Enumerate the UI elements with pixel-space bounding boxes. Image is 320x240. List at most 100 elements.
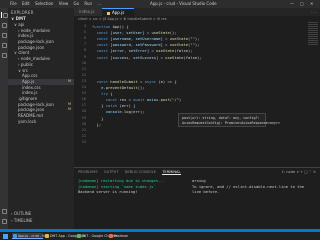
menu-view[interactable]: View <box>59 1 69 6</box>
taskbar-app-button[interactable]: DMT App - Google Ch <box>44 233 85 239</box>
code-token: (err); <box>130 109 145 115</box>
source-control-icon[interactable] <box>1 32 7 38</box>
code-line[interactable]: try { <box>92 91 112 97</box>
extensions-icon[interactable] <box>1 52 7 58</box>
line-number: 16 <box>81 97 86 102</box>
run-debug-icon[interactable] <box>1 42 7 48</box>
code-line[interactable]: const [user, setUser] = useState(); <box>92 30 177 35</box>
account-icon[interactable] <box>1 208 7 214</box>
code-line[interactable]: const res = await axios.post("/") <box>92 97 181 102</box>
line-number: 19 <box>81 115 86 120</box>
code-token: useState <box>165 54 184 60</box>
menu-more[interactable]: ... <box>97 1 101 6</box>
terminal-warning-line: arning <box>192 178 206 183</box>
code-token: (false); <box>174 48 193 54</box>
code-line[interactable]: const [success, setSuccess] = useState(f… <box>92 55 202 60</box>
file-tree-item[interactable]: yarn.lock <box>8 119 74 125</box>
code-token: } <box>92 103 106 109</box>
code-token: (); <box>169 30 177 36</box>
explorer-header: EXPLORER <box>11 10 34 15</box>
line-number: 18 <box>81 109 86 114</box>
minimize-button[interactable]: — <box>290 1 294 6</box>
explorer-sidebar: EXPLORER ∨ DMT ∨ api › node_modules index.… <box>8 8 74 229</box>
terminal-line: Backend server is running! <box>78 189 138 194</box>
tab-debug-console[interactable]: DEBUG CONSOLE <box>125 170 156 174</box>
bottom-panel: PROBLEMS OUTPUT DEBUG CONSOLE TERMINAL 1… <box>74 167 320 229</box>
code-token: (""); <box>188 36 200 42</box>
tab-label: index.js <box>79 9 95 14</box>
code-line[interactable]: console.log(err); <box>92 109 145 114</box>
minimap[interactable] <box>306 21 320 81</box>
taskbar-app-button[interactable]: App.js - crud - Vis <box>12 233 47 239</box>
menu-edit[interactable]: Edit <box>22 1 30 6</box>
code-line[interactable]: function App() { <box>92 24 129 29</box>
taskbar-app-button[interactable]: Postman <box>108 233 139 239</box>
code-token: const <box>92 78 111 84</box>
code-token: try <box>92 91 111 97</box>
search-icon[interactable] <box>1 22 7 28</box>
editor-tabs: index.js App.js ⋅ ⋅ ⋅ <box>74 8 320 16</box>
tab-terminal[interactable]: TERMINAL <box>162 170 181 175</box>
explorer-icon[interactable] <box>1 12 8 18</box>
line-number: 11 <box>81 66 86 71</box>
timeline-section[interactable]: › TIMELINE <box>11 218 32 223</box>
code-token: [error, setError] = <box>110 48 157 54</box>
code-token: [password, setPassword] = <box>110 42 170 48</box>
code-token: } <box>92 115 104 121</box>
code-token: = <box>137 78 145 84</box>
menu-run[interactable]: Run <box>84 1 92 6</box>
menu-file[interactable]: File <box>10 1 17 6</box>
file-name: yarn.lock <box>18 118 37 124</box>
code-token: post <box>160 97 170 103</box>
code-token: const <box>92 54 111 60</box>
terminal-warning-line: line before. <box>192 189 220 194</box>
close-button[interactable]: ✕ <box>310 1 313 6</box>
code-token: }; <box>92 121 102 127</box>
code-line[interactable]: } catch (err) { <box>92 103 135 108</box>
code-line[interactable]: const [username, setUsername] = useState… <box>92 36 200 42</box>
tab-index-js[interactable]: index.js <box>74 8 102 16</box>
line-number: 10 <box>81 60 86 65</box>
signature-help-tooltip: post(url: string, data?: any, config?: A… <box>178 113 280 127</box>
code-editor[interactable]: 4 5 6 7 8 9 10 11 12 13 14 15 16 17 18 19 20 21 22 23 funct… <box>74 21 320 167</box>
code-token: await <box>133 97 147 103</box>
tab-app-js[interactable]: App.js <box>102 8 134 16</box>
code-token: (); <box>137 85 145 90</box>
outline-section[interactable]: › OUTLINE <box>11 211 31 216</box>
editor-actions[interactable]: ⋅ ⋅ ⋅ <box>311 10 317 15</box>
tab-problems[interactable]: PROBLEMS <box>78 170 98 174</box>
code-token: preventDefault <box>105 85 138 90</box>
window-title: App.js - crud - Visual Studio Code <box>150 1 217 6</box>
terminal-warning-line: To ignore, add // eslint-disable-next-li… <box>192 183 305 189</box>
code-line[interactable]: const [password, setPassword] = useState… <box>92 42 200 48</box>
terminal-line: [nodemon] starting `node index.js` <box>78 183 156 189</box>
line-number: 22 <box>81 133 86 138</box>
gear-icon[interactable] <box>1 218 7 224</box>
menu-selection[interactable]: Selection <box>35 1 53 6</box>
line-number: 20 <box>81 121 86 126</box>
activity-bar <box>0 8 8 229</box>
code-line[interactable]: }; <box>92 121 102 127</box>
line-number: 13 <box>81 78 86 83</box>
code-line[interactable]: const [error, setError] = useState(false… <box>92 48 193 53</box>
line-number-gutter: 4 5 6 7 8 9 10 11 12 13 14 15 16 17 18 19 20 21 22 23 <box>74 21 88 167</box>
taskbar-app-button[interactable]: JWT - Google Chrome <box>76 233 117 239</box>
code-line[interactable]: e.preventDefault(); <box>92 85 145 90</box>
windows-start-icon[interactable] <box>3 233 8 239</box>
code-token: [success, setSuccess] = <box>110 54 166 60</box>
panel-tabs: PROBLEMS OUTPUT DEBUG CONSOLE TERMINAL <box>78 170 186 175</box>
code-line[interactable]: const handleSubmit = async (e) => { <box>92 79 177 84</box>
windows-taskbar: App.js - crud - Vis DMT App - Google Ch JW… <box>0 232 320 240</box>
terminal-actions[interactable]: 1: node ∨ + □ ⌃ ✕ <box>282 170 316 174</box>
maximize-button[interactable]: □ <box>300 1 304 6</box>
code-token: (""); <box>188 42 200 48</box>
tab-output[interactable]: OUTPUT <box>104 170 119 174</box>
code-line[interactable]: } <box>92 116 103 121</box>
menu-go[interactable]: Go <box>74 1 80 6</box>
code-token: const <box>92 97 120 103</box>
project-root[interactable]: ∨ DMT <box>11 16 26 21</box>
file-tree: ∨ api › node_modules index.js package-lock.… <box>8 22 74 124</box>
code-token: console. <box>92 109 125 115</box>
code-token: [username, setUsername] = <box>110 36 170 42</box>
code-token: useState <box>169 36 189 42</box>
